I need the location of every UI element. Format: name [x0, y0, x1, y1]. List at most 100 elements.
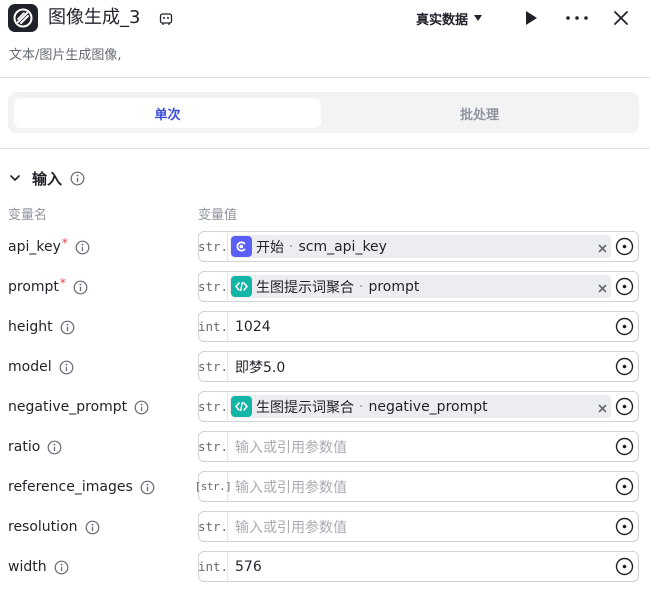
variable-reference-button[interactable] [615, 517, 634, 536]
input-row-ratio: ratio str. 输入或引用参数值 [0, 431, 650, 463]
divider [0, 148, 650, 149]
target-icon [615, 237, 634, 256]
tab-single[interactable]: 单次 [14, 98, 321, 128]
info-icon[interactable] [85, 520, 100, 535]
info-icon[interactable] [140, 480, 155, 495]
input-row-model: model str. 即梦5.0 [0, 351, 650, 383]
data-mode-select[interactable]: 真实数据 [416, 8, 483, 28]
variable-value-placeholder[interactable]: 输入或引用参数值 [235, 472, 347, 501]
info-icon[interactable] [75, 240, 90, 255]
type-tag: int. [198, 552, 228, 581]
variable-reference-button[interactable] [615, 317, 634, 336]
column-header-name: 变量名 [8, 208, 48, 223]
type-tag: int. [198, 312, 228, 341]
target-icon [615, 357, 634, 376]
variable-name-text: reference_images [8, 479, 133, 495]
variable-name: prompt * [8, 271, 88, 303]
reference-separator: · [289, 238, 294, 255]
variable-value-input[interactable]: 576 [235, 552, 262, 581]
variable-value-input[interactable]: 即梦5.0 [235, 352, 285, 381]
variable-reference-button[interactable] [615, 397, 634, 416]
variable-reference-button[interactable] [615, 237, 634, 256]
type-tag: str. [198, 432, 228, 461]
reference-node-name: 开始 [256, 239, 284, 256]
variable-reference-button[interactable] [615, 557, 634, 576]
info-icon[interactable] [134, 400, 149, 415]
target-icon [615, 277, 634, 296]
variable-value-field[interactable]: str. 开始 · scm_api_key [198, 231, 639, 262]
reference-node-name: 生图提示词聚合 [256, 399, 354, 416]
reference-separator: · [359, 278, 364, 295]
variable-name-text: api_key [8, 239, 61, 255]
variable-value-field[interactable]: str. 输入或引用参数值 [198, 511, 639, 542]
run-button[interactable] [522, 9, 540, 27]
clear-reference-icon[interactable] [596, 400, 609, 413]
type-tag: str. [198, 352, 228, 381]
clear-reference-icon[interactable] [596, 280, 609, 293]
variable-value-input[interactable]: 1024 [235, 312, 271, 341]
caret-down-icon [474, 15, 483, 21]
variable-value-field[interactable]: str. 即梦5.0 [198, 351, 639, 382]
input-row-negative-prompt: negative_prompt str. 生图提示词聚合 · negative_pr… [0, 391, 650, 423]
variable-reference-chip[interactable]: 开始 · scm_api_key [230, 235, 611, 258]
variable-name-text: resolution [8, 519, 78, 535]
variable-name: reference_images [8, 471, 155, 503]
code-node-icon [231, 276, 252, 297]
info-icon[interactable] [73, 280, 88, 295]
variable-value-placeholder[interactable]: 输入或引用参数值 [235, 512, 347, 541]
required-marker: * [59, 276, 66, 290]
variable-value-field[interactable]: int. 576 [198, 551, 639, 582]
inputs-section-title: 输入 [32, 169, 63, 188]
variable-reference-chip[interactable]: 生图提示词聚合 · negative_prompt [230, 395, 611, 418]
input-row-reference-images: reference_images [str.] 输入或引用参数值 [0, 471, 650, 503]
close-button[interactable] [611, 8, 631, 28]
variable-reference-button[interactable] [615, 277, 634, 296]
info-icon[interactable] [54, 560, 69, 575]
variable-value-field[interactable]: str. 生图提示词聚合 · prompt [198, 271, 639, 302]
node-title[interactable]: 图像生成_3 [48, 5, 140, 31]
target-icon [615, 397, 634, 416]
variable-name-text: width [8, 559, 47, 575]
column-header-value: 变量值 [198, 208, 238, 223]
more-button[interactable] [564, 9, 590, 27]
tab-batch[interactable]: 批处理 [326, 98, 633, 128]
target-icon [615, 317, 634, 336]
target-icon [615, 517, 634, 536]
play-icon [526, 11, 537, 25]
more-dots-icon [566, 16, 588, 20]
type-tag: str. [198, 512, 228, 541]
reference-variable-name: scm_api_key [298, 238, 387, 255]
variable-name: api_key * [8, 231, 90, 263]
chevron-down-icon [10, 175, 20, 181]
code-node-icon [231, 396, 252, 417]
reference-separator: · [359, 398, 364, 415]
input-row-resolution: resolution str. 输入或引用参数值 [0, 511, 650, 543]
variable-name: width [8, 551, 69, 583]
variable-reference-chip[interactable]: 生图提示词聚合 · prompt [230, 275, 611, 298]
variable-name-text: model [8, 359, 52, 375]
info-icon[interactable] [47, 440, 62, 455]
type-tag: str. [198, 392, 228, 421]
panel-header: 图像生成_3 真实数据 [0, 0, 650, 36]
variable-name: height [8, 311, 75, 343]
variable-reference-button[interactable] [615, 357, 634, 376]
info-icon[interactable] [70, 171, 85, 186]
node-settings-icon[interactable] [159, 11, 173, 25]
variable-value-field[interactable]: [str.] 输入或引用参数值 [195, 471, 639, 502]
input-row-prompt: prompt * str. 生图提示词聚合 · prompt [0, 271, 650, 303]
variable-value-field[interactable]: int. 1024 [198, 311, 639, 342]
variable-value-placeholder[interactable]: 输入或引用参数值 [235, 432, 347, 461]
run-mode-tabs: 单次 批处理 [8, 92, 639, 133]
inputs-section-toggle[interactable]: 输入 [8, 167, 85, 189]
info-icon[interactable] [59, 360, 74, 375]
variable-value-field[interactable]: str. 生图提示词聚合 · negative_prompt [198, 391, 639, 422]
info-icon[interactable] [60, 320, 75, 335]
clear-reference-icon[interactable] [596, 240, 609, 253]
variable-value-field[interactable]: str. 输入或引用参数值 [198, 431, 639, 462]
variable-name: negative_prompt [8, 391, 149, 423]
image-generation-node-icon [8, 4, 38, 32]
input-row-height: height int. 1024 [0, 311, 650, 343]
reference-variable-name: prompt [368, 278, 420, 295]
variable-reference-button[interactable] [615, 437, 634, 456]
variable-reference-button[interactable] [615, 477, 634, 496]
